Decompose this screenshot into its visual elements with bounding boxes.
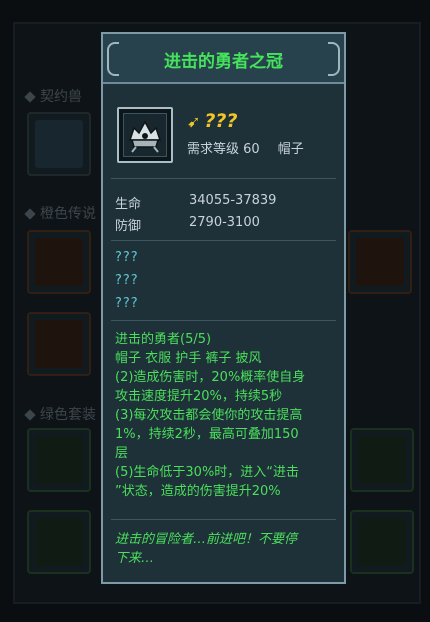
item-tooltip: 进击的勇者之冠 ➹??? 需求等级 60 帽子 生命 34055-37839 防御…	[101, 32, 346, 584]
set-line: (5)生命低于30%时，进入“进击	[115, 465, 300, 480]
divider	[111, 178, 336, 179]
item-icon-frame	[117, 107, 173, 163]
divider	[111, 240, 336, 241]
unknown-affix: ???	[115, 273, 139, 288]
rank-arrow-icon: ➹	[187, 112, 201, 131]
lore-line: 进击的冒险者…前进吧！不要停	[115, 532, 298, 547]
helmet-icon	[128, 120, 162, 153]
stat-label-hp: 生命	[115, 197, 142, 212]
stat-label-defense: 防御	[115, 219, 142, 234]
set-line: 进击的勇者(5/5)	[115, 332, 212, 347]
unknown-affix: ???	[115, 250, 139, 265]
required-level: 需求等级 60	[187, 142, 260, 157]
divider	[111, 320, 336, 321]
lore-line: 下来…	[115, 551, 155, 566]
set-line: ”状态，造成的伤害提升20%	[115, 484, 281, 499]
stat-value-defense: 2790-3100	[189, 215, 260, 230]
set-line: 攻击速度提升20%，持续5秒	[115, 389, 283, 404]
rank-text: ???	[204, 110, 238, 132]
set-line: (3)每次攻击都会使你的攻击提高	[115, 408, 303, 423]
item-rank: ➹???	[187, 110, 237, 132]
tooltip-header: 进击的勇者之冠	[103, 34, 344, 84]
set-line: (2)造成伤害时，20%概率使自身	[115, 370, 306, 385]
item-title: 进击的勇者之冠	[164, 52, 283, 72]
item-requirement: 需求等级 60 帽子	[187, 138, 304, 157]
item-type: 帽子	[277, 142, 304, 157]
set-bonus: 进击的勇者(5/5) 帽子 衣服 护手 裤子 披风 (2)造成伤害时，20%概率…	[115, 330, 337, 501]
set-line: 帽子 衣服 护手 裤子 披风	[115, 351, 262, 366]
stat-value-hp: 34055-37839	[189, 193, 277, 208]
unknown-affix: ???	[115, 296, 139, 311]
set-line: 层	[115, 446, 129, 461]
set-line: 1%，持续2秒，最高可叠加150	[115, 427, 299, 442]
divider	[111, 519, 336, 520]
lore-text: 进击的冒险者…前进吧！不要停 下来…	[115, 530, 337, 568]
